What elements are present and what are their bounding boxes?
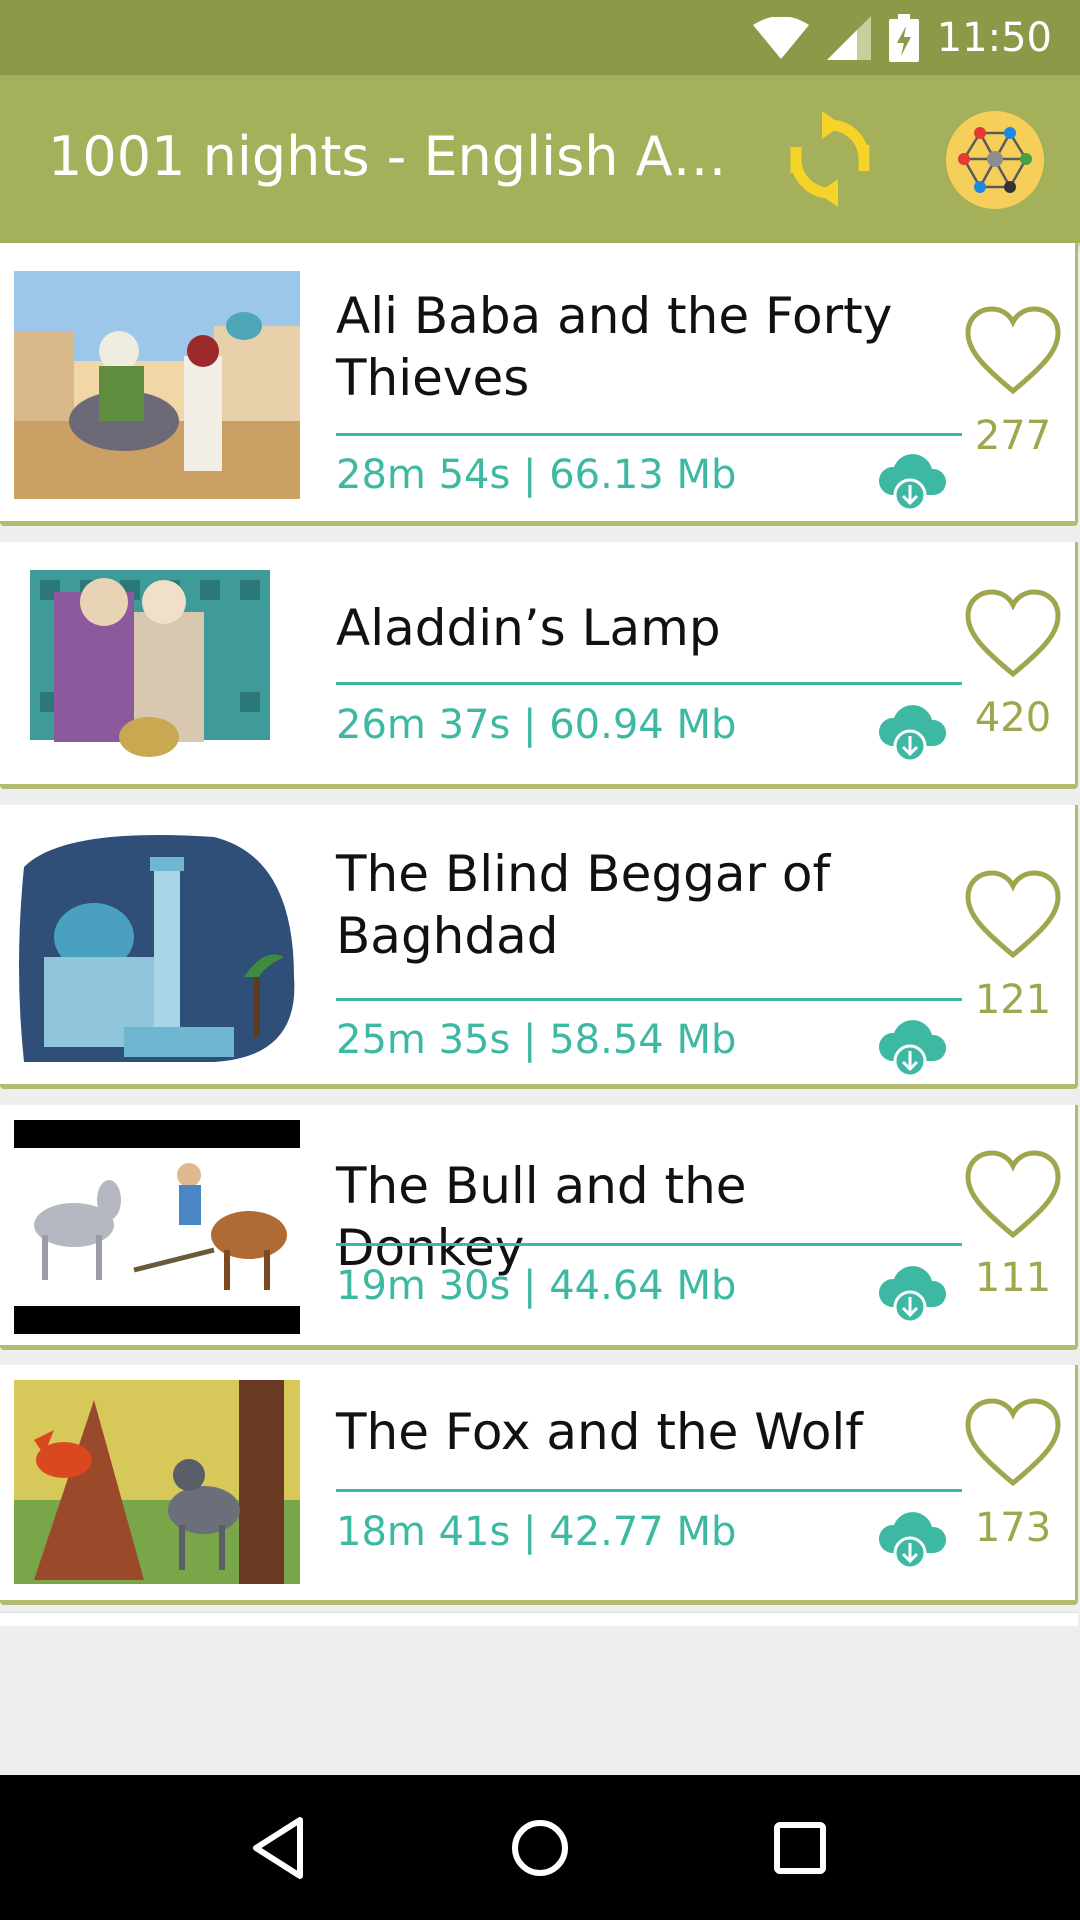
story-meta: 19m 30s | 44.64 Mb xyxy=(336,1263,737,1309)
sync-icon xyxy=(790,111,870,207)
cloud-download-icon xyxy=(878,1266,947,1324)
story-thumbnail xyxy=(14,271,300,499)
favorite-button[interactable] xyxy=(964,1149,1062,1241)
like-count: 420 xyxy=(974,695,1052,741)
status-bar: 11:50 xyxy=(0,0,1080,75)
story-thumbnail xyxy=(14,827,300,1067)
heart-icon xyxy=(965,589,1061,678)
story-title: Aladdin’s Lamp xyxy=(336,599,721,657)
story-meta: 28m 54s | 66.13 Mb xyxy=(336,452,737,498)
story-title: The Blind Beggar of Baghdad xyxy=(336,845,831,965)
navigation-bar xyxy=(0,1775,1080,1920)
favorite-button[interactable] xyxy=(964,305,1062,397)
story-card-partial[interactable] xyxy=(0,1612,1078,1626)
like-count: 121 xyxy=(974,977,1052,1023)
home-button[interactable] xyxy=(500,1808,580,1888)
story-title: The Bull and the Donkey xyxy=(336,1157,747,1277)
divider xyxy=(336,1489,962,1492)
status-time: 11:50 xyxy=(936,14,1052,61)
network-icon xyxy=(958,127,1032,193)
divider xyxy=(336,433,962,436)
story-thumbnail xyxy=(14,1380,300,1584)
like-count: 111 xyxy=(974,1255,1052,1301)
sync-button[interactable] xyxy=(782,111,878,207)
like-count: 277 xyxy=(974,413,1052,459)
download-button[interactable] xyxy=(876,696,948,763)
favorite-button[interactable] xyxy=(964,869,1062,961)
recents-button[interactable] xyxy=(760,1808,840,1888)
network-logo-button[interactable] xyxy=(946,111,1044,209)
story-title: Ali Baba and the Forty Thieves xyxy=(336,287,893,407)
story-thumbnail xyxy=(14,552,300,780)
wifi-icon xyxy=(752,16,809,59)
back-button[interactable] xyxy=(240,1808,320,1888)
app-bar: 1001 nights - English A… xyxy=(0,75,1080,243)
heart-icon xyxy=(965,1150,1061,1239)
story-card[interactable]: Ali Baba and the Forty Thieves 28m 54s |… xyxy=(0,243,1078,526)
cloud-download-icon xyxy=(878,454,947,512)
favorite-button[interactable] xyxy=(964,1397,1062,1489)
heart-icon xyxy=(965,870,1061,959)
story-meta: 25m 35s | 58.54 Mb xyxy=(336,1017,737,1063)
divider xyxy=(336,682,962,685)
story-list[interactable]: Ali Baba and the Forty Thieves 28m 54s |… xyxy=(0,243,1080,1775)
story-card[interactable]: Aladdin’s Lamp 26m 37s | 60.94 Mb 420 xyxy=(0,542,1078,789)
cloud-download-icon xyxy=(878,1020,947,1078)
heart-icon xyxy=(965,1398,1061,1487)
download-button[interactable] xyxy=(876,1257,948,1324)
like-count: 173 xyxy=(974,1505,1052,1551)
story-card[interactable]: The Blind Beggar of Baghdad 25m 35s | 58… xyxy=(0,805,1078,1089)
recents-square-icon xyxy=(774,1821,826,1874)
story-thumbnail xyxy=(14,1120,300,1334)
home-circle-icon xyxy=(512,1819,568,1876)
signal-icon xyxy=(826,15,871,60)
story-meta: 18m 41s | 42.77 Mb xyxy=(336,1509,737,1555)
heart-icon xyxy=(965,306,1061,395)
cloud-download-icon xyxy=(878,705,947,763)
cloud-download-icon xyxy=(878,1512,947,1570)
divider xyxy=(336,1243,962,1246)
download-button[interactable] xyxy=(876,445,948,512)
story-meta: 26m 37s | 60.94 Mb xyxy=(336,702,737,748)
download-button[interactable] xyxy=(876,1503,948,1570)
battery-icon xyxy=(888,13,919,62)
divider xyxy=(336,998,962,1001)
story-title: The Fox and the Wolf xyxy=(336,1403,863,1461)
favorite-button[interactable] xyxy=(964,588,1062,680)
story-card[interactable]: The Fox and the Wolf 18m 41s | 42.77 Mb … xyxy=(0,1365,1078,1605)
story-card[interactable]: The Bull and the Donkey 19m 30s | 44.64 … xyxy=(0,1105,1078,1350)
download-button[interactable] xyxy=(876,1011,948,1078)
back-triangle-icon xyxy=(253,1816,303,1879)
app-title: 1001 nights - English A… xyxy=(48,125,727,188)
